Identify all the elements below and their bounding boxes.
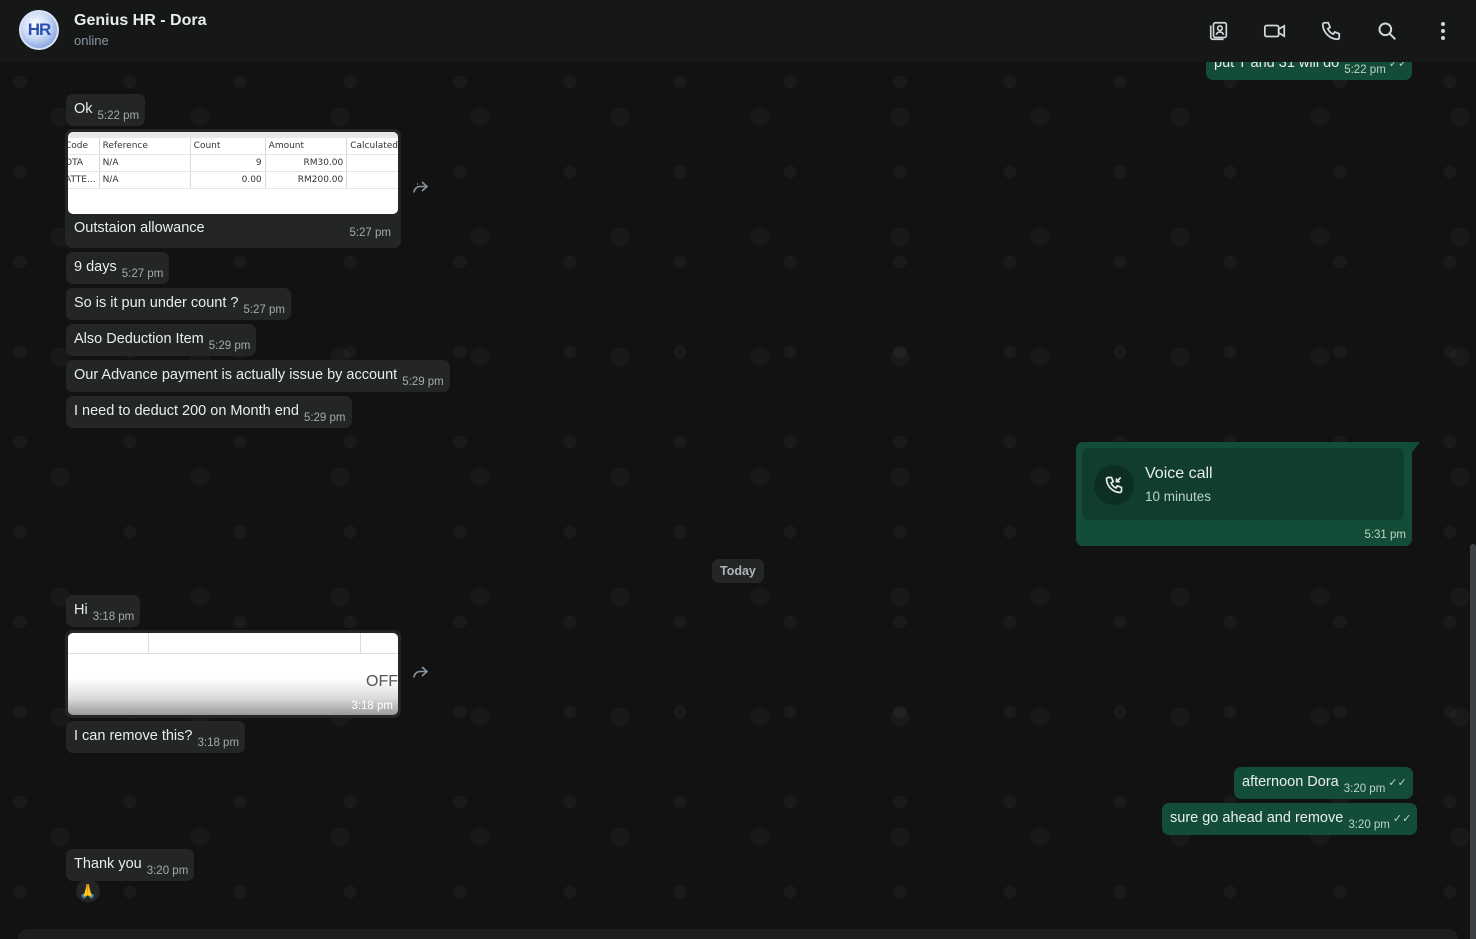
message-time: 5:22 pm [97, 110, 140, 122]
table-header: Reference [99, 138, 191, 155]
whatsapp-chat-window: HR Genius HR - Dora online put T and 31 … [0, 0, 1476, 939]
voice-call-info[interactable]: Voice call 10 minutes [1082, 448, 1404, 520]
message-incoming[interactable]: Also Deduction Item 5:29 pm [66, 324, 257, 356]
message-incoming[interactable]: So is it pun under count ? 5:27 pm [66, 288, 292, 320]
message-time: 5:29 pm [303, 412, 346, 424]
message-text: Thank you [74, 856, 142, 872]
message-composer[interactable] [18, 929, 1458, 939]
message-text: put T and 31 will do [1214, 62, 1340, 71]
message-incoming-image[interactable]: OFF 3:18 pm [65, 630, 401, 718]
message-time: 5:29 pm [208, 340, 251, 352]
table-cell: N/A [99, 171, 191, 189]
search-icon[interactable] [1374, 18, 1400, 44]
message-list[interactable]: put T and 31 will do 5:22 pm ✓✓ Ok 5:22 pm … [0, 62, 1476, 939]
table-cell: RM200.00 [265, 171, 348, 189]
message-incoming[interactable]: I need to deduct 200 on Month end 5:29 pm [66, 396, 352, 428]
message-text: I can remove this? [74, 728, 193, 744]
contact-status: online [74, 33, 109, 48]
incoming-call-icon [1094, 465, 1134, 505]
message-outgoing[interactable]: afternoon Dora 3:20 pm ✓✓ [1234, 767, 1413, 799]
chat-scrollbar[interactable] [1470, 544, 1476, 939]
image-table: Code Reference Count Amount Calculated O… [68, 138, 398, 189]
date-divider: Today [712, 559, 764, 583]
call-duration: 10 minutes [1145, 489, 1212, 504]
message-text: Hi [74, 602, 88, 618]
table-cell: RM30.00 [265, 154, 348, 172]
message-time: 5:29 pm [402, 376, 444, 388]
table-cell: 9 [190, 154, 266, 172]
message-time: 3:18 pm [351, 700, 393, 712]
message-text: Our Advance payment is actually issue by… [74, 367, 398, 383]
table-cell: ATTE... [68, 171, 100, 189]
read-receipt-icon: ✓✓ [1388, 62, 1408, 70]
message-time: 5:22 pm [1344, 64, 1386, 76]
message-incoming[interactable]: Hi 3:18 pm [66, 595, 141, 627]
message-text: Also Deduction Item [74, 331, 204, 347]
message-incoming[interactable]: 9 days 5:27 pm [66, 252, 170, 284]
message-text: Ok [74, 101, 93, 117]
forward-icon[interactable] [410, 179, 430, 195]
message-time: 3:20 pm [1343, 783, 1386, 795]
table-cell: 0.00 [190, 171, 266, 189]
message-outgoing[interactable]: sure go ahead and remove 3:20 pm ✓✓ [1162, 803, 1418, 835]
table-cell [346, 154, 398, 172]
shared-image[interactable]: OFF 3:18 pm [68, 633, 398, 715]
shared-image[interactable]: Code Reference Count Amount Calculated O… [68, 132, 398, 214]
message-incoming[interactable]: I can remove this? 3:18 pm [66, 721, 246, 753]
reaction-emoji[interactable]: 🙏 [76, 880, 100, 902]
table-cell: N/A [99, 154, 191, 172]
table-cell: OTA [68, 154, 100, 172]
message-time: 5:27 pm [349, 227, 391, 239]
image-caption: Outstaion allowance [74, 220, 205, 236]
message-time: 5:31 pm [1364, 529, 1406, 541]
voice-call-icon[interactable] [1318, 18, 1344, 44]
video-call-icon[interactable] [1262, 18, 1288, 44]
message-incoming[interactable]: Our Advance payment is actually issue by… [66, 360, 450, 392]
message-time: 5:27 pm [243, 304, 286, 316]
contact-name[interactable]: Genius HR - Dora [74, 12, 206, 30]
image-caption-row: Outstaion allowance 5:27 pm [68, 214, 398, 240]
table-header: Calculated [346, 138, 398, 155]
contact-card-icon[interactable] [1206, 18, 1232, 44]
forward-icon[interactable] [410, 664, 430, 680]
image-text: OFF [366, 673, 398, 690]
message-incoming[interactable]: Thank you 3:20 pm [66, 849, 195, 881]
read-receipt-icon: ✓✓ [1388, 777, 1407, 789]
message-incoming[interactable]: Ok 5:22 pm [66, 94, 146, 126]
table-header: Count [190, 138, 266, 155]
message-text: sure go ahead and remove [1170, 810, 1344, 826]
message-incoming-image[interactable]: Code Reference Count Amount Calculated O… [65, 129, 401, 248]
avatar[interactable]: HR [19, 10, 59, 50]
chat-header: HR Genius HR - Dora online [0, 0, 1476, 62]
message-outgoing[interactable]: put T and 31 will do 5:22 pm ✓✓ [1206, 62, 1412, 80]
message-time: 3:18 pm [92, 611, 135, 623]
message-text: I need to deduct 200 on Month end [74, 403, 299, 419]
call-title: Voice call [1145, 465, 1213, 482]
message-time: 3:20 pm [146, 865, 189, 877]
more-menu-icon[interactable] [1430, 18, 1456, 44]
table-header: Amount [265, 138, 348, 155]
message-time: 3:18 pm [197, 737, 240, 749]
message-time: 3:20 pm [1348, 819, 1390, 831]
message-text: 9 days [74, 259, 117, 275]
message-time: 5:27 pm [121, 268, 164, 280]
voice-call-card[interactable]: Voice call 10 minutes 5:31 pm [1076, 442, 1420, 546]
message-text: So is it pun under count ? [74, 295, 239, 311]
table-cell [346, 171, 398, 189]
read-receipt-icon: ✓✓ [1392, 813, 1412, 825]
message-text: afternoon Dora [1242, 774, 1339, 790]
table-header: Code [68, 138, 100, 155]
